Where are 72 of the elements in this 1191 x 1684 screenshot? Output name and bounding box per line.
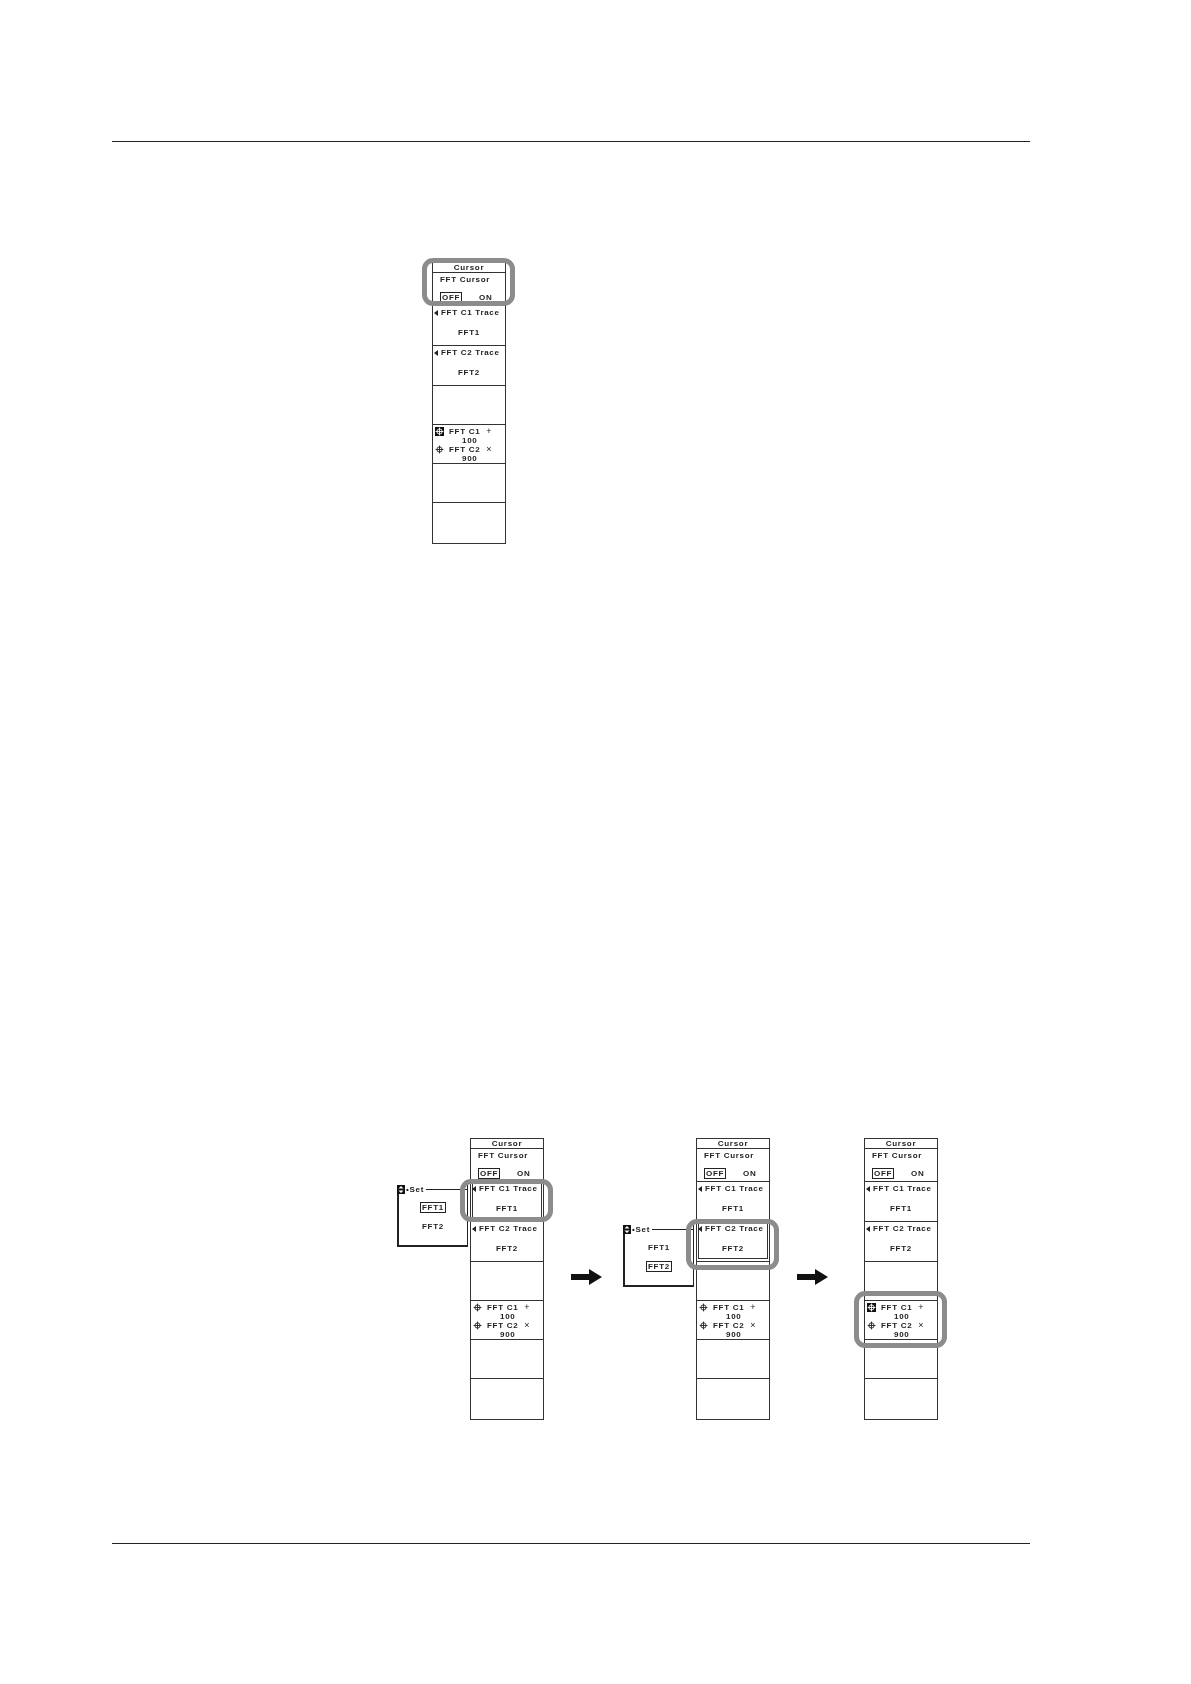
menu-label: FFT Cursor <box>871 1150 924 1160</box>
menu-value: FFT1 <box>721 1204 745 1213</box>
popup-option[interactable]: FFT1 <box>420 1202 446 1213</box>
cursor-value: 100 <box>893 1312 911 1321</box>
cursor-value: 100 <box>461 436 479 445</box>
toggle-option: OFF <box>872 1168 895 1179</box>
menu-title: Cursor <box>471 1139 543 1149</box>
cursor-value: 100 <box>725 1312 743 1321</box>
cursor-value: 100 <box>499 1312 517 1321</box>
menu-label: FFT C2 Trace <box>479 1224 538 1233</box>
menu-label: FFT Cursor <box>439 274 492 284</box>
menu-value: FFT1 <box>457 328 481 337</box>
toggle-option: ON <box>741 1168 759 1179</box>
left-triangle-icon <box>698 1185 702 1192</box>
menu-title: Cursor <box>865 1139 937 1149</box>
popup-option[interactable]: FFT2 <box>646 1261 672 1272</box>
popup-title: •Set <box>632 1225 651 1234</box>
menu-label: FFT Cursor <box>477 1150 530 1160</box>
menu-value: FFT2 <box>721 1244 745 1253</box>
toggle-option: OFF <box>440 292 463 303</box>
cursor-marker: + <box>918 1303 925 1312</box>
left-triangle-icon <box>434 309 438 316</box>
left-triangle-icon <box>472 1185 476 1192</box>
menu-label: FFT Cursor <box>703 1150 756 1160</box>
cursor-label: FFT C1 <box>487 1303 519 1312</box>
menu-value: FFT2 <box>495 1244 519 1253</box>
toggle-option: ON <box>515 1168 533 1179</box>
left-triangle-icon <box>434 349 438 356</box>
cursor-marker: × <box>750 1321 757 1330</box>
popup-option[interactable]: FFT1 <box>646 1242 672 1253</box>
right-arrow <box>571 1269 602 1285</box>
menu-label: FFT C1 Trace <box>873 1184 932 1193</box>
left-triangle-icon <box>866 1225 870 1232</box>
cursor-label: FFT C1 <box>713 1303 745 1312</box>
cursor-label: FFT C2 <box>449 445 481 454</box>
popup-option[interactable]: FFT2 <box>420 1221 446 1232</box>
toggle-option: OFF <box>478 1168 501 1179</box>
menu-label: FFT C2 Trace <box>705 1224 764 1233</box>
cursor-value: 900 <box>461 454 479 463</box>
cursor-value: 900 <box>499 1330 517 1339</box>
menu-value: FFT1 <box>495 1204 519 1213</box>
menu-value: FFT2 <box>457 368 481 377</box>
toggle-option: OFF <box>704 1168 727 1179</box>
menu-label: FFT C2 Trace <box>441 348 500 357</box>
popup-title: •Set <box>406 1185 425 1194</box>
menu-value: FFT2 <box>889 1244 913 1253</box>
cursor-marker: + <box>524 1303 531 1312</box>
cursor-marker: × <box>918 1321 925 1330</box>
menu-label: FFT C2 Trace <box>873 1224 932 1233</box>
cursor-marker: + <box>750 1303 757 1312</box>
menu-label: FFT C1 Trace <box>479 1184 538 1193</box>
cursor-marker: × <box>524 1321 531 1330</box>
cursor-value: 900 <box>725 1330 743 1339</box>
menu-label: FFT C1 Trace <box>441 308 500 317</box>
left-triangle-icon <box>472 1225 476 1232</box>
toggle-option: ON <box>909 1168 927 1179</box>
cursor-label: FFT C1 <box>881 1303 913 1312</box>
menu-value: FFT1 <box>889 1204 913 1213</box>
cursor-label: FFT C2 <box>487 1321 519 1330</box>
cursor-label: FFT C2 <box>881 1321 913 1330</box>
cursor-marker: × <box>486 445 493 454</box>
menu-title: Cursor <box>433 263 505 273</box>
left-triangle-icon <box>866 1185 870 1192</box>
toggle-option: ON <box>477 292 495 303</box>
cursor-label: FFT C2 <box>713 1321 745 1330</box>
right-arrow <box>797 1269 828 1285</box>
menu-title: Cursor <box>697 1139 769 1149</box>
menu-label: FFT C1 Trace <box>705 1184 764 1193</box>
cursor-label: FFT C1 <box>449 427 481 436</box>
cursor-marker: + <box>486 427 493 436</box>
cursor-value: 900 <box>893 1330 911 1339</box>
left-triangle-icon <box>698 1225 702 1232</box>
